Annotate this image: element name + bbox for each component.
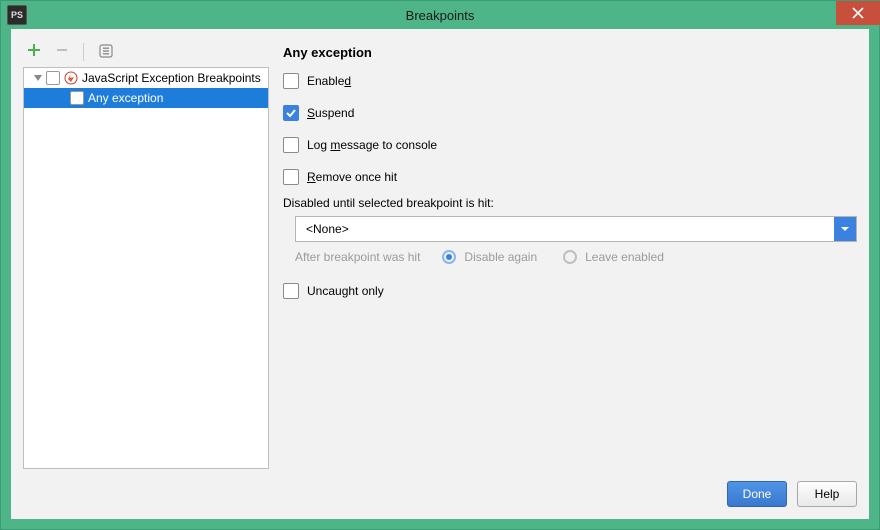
tree-toolbar (23, 41, 269, 67)
combo-dropdown-button[interactable] (834, 217, 856, 241)
log-label: Log message to console (307, 138, 437, 152)
titlebar[interactable]: PS Breakpoints (1, 1, 879, 29)
remove-breakpoint-button (55, 43, 69, 62)
group-by-icon[interactable] (98, 43, 114, 62)
tree-item-any-exception[interactable]: Any exception (24, 88, 268, 108)
panel-heading: Any exception (283, 45, 857, 60)
opt-remove-once-hit[interactable]: Remove once hit (283, 166, 857, 188)
enabled-checkbox[interactable] (283, 73, 299, 89)
breakpoint-tree[interactable]: JavaScript Exception Breakpoints Any exc… (23, 67, 269, 469)
exception-breakpoint-icon (64, 71, 78, 85)
uncaught-only-checkbox[interactable] (283, 283, 299, 299)
remove-once-label: Remove once hit (307, 170, 397, 184)
window-title: Breakpoints (1, 8, 879, 23)
suspend-label: Suspend (307, 106, 354, 120)
done-button[interactable]: Done (727, 481, 787, 507)
right-pane: Any exception Enabled Suspend (283, 41, 857, 469)
radio-leave-enabled-label: Leave enabled (585, 250, 664, 264)
expand-toggle-icon[interactable] (34, 75, 42, 81)
opt-log-message[interactable]: Log message to console (283, 134, 857, 156)
after-hit-row: After breakpoint was hit Disable again L… (295, 250, 857, 264)
disabled-until-combo[interactable]: <None> (295, 216, 857, 242)
radio-leave-enabled[interactable] (563, 250, 577, 264)
enabled-label: Enabled (307, 74, 351, 88)
remove-once-checkbox[interactable] (283, 169, 299, 185)
left-pane: JavaScript Exception Breakpoints Any exc… (23, 41, 269, 469)
log-checkbox[interactable] (283, 137, 299, 153)
combo-value: <None> (296, 217, 834, 241)
tree-category-js-exception[interactable]: JavaScript Exception Breakpoints (24, 68, 268, 88)
item-checkbox[interactable] (70, 91, 84, 105)
dialog-footer: Done Help (11, 469, 869, 519)
opt-suspend[interactable]: Suspend (283, 102, 857, 124)
category-label: JavaScript Exception Breakpoints (82, 71, 261, 85)
close-button[interactable] (836, 1, 880, 25)
content-area: JavaScript Exception Breakpoints Any exc… (11, 29, 869, 519)
uncaught-only-label: Uncaught only (307, 284, 384, 298)
toolbar-separator (83, 43, 84, 61)
main-area: JavaScript Exception Breakpoints Any exc… (11, 29, 869, 469)
breakpoints-dialog: PS Breakpoints (0, 0, 880, 530)
opt-uncaught-only[interactable]: Uncaught only (283, 280, 857, 302)
add-breakpoint-button[interactable] (27, 43, 41, 62)
app-icon: PS (7, 5, 27, 25)
suspend-checkbox[interactable] (283, 105, 299, 121)
opt-enabled[interactable]: Enabled (283, 70, 857, 92)
category-checkbox[interactable] (46, 71, 60, 85)
item-label: Any exception (88, 91, 163, 105)
help-button[interactable]: Help (797, 481, 857, 507)
after-hit-label: After breakpoint was hit (295, 250, 420, 264)
radio-disable-again[interactable] (442, 250, 456, 264)
radio-disable-again-label: Disable again (464, 250, 537, 264)
disabled-until-label: Disabled until selected breakpoint is hi… (283, 196, 857, 210)
